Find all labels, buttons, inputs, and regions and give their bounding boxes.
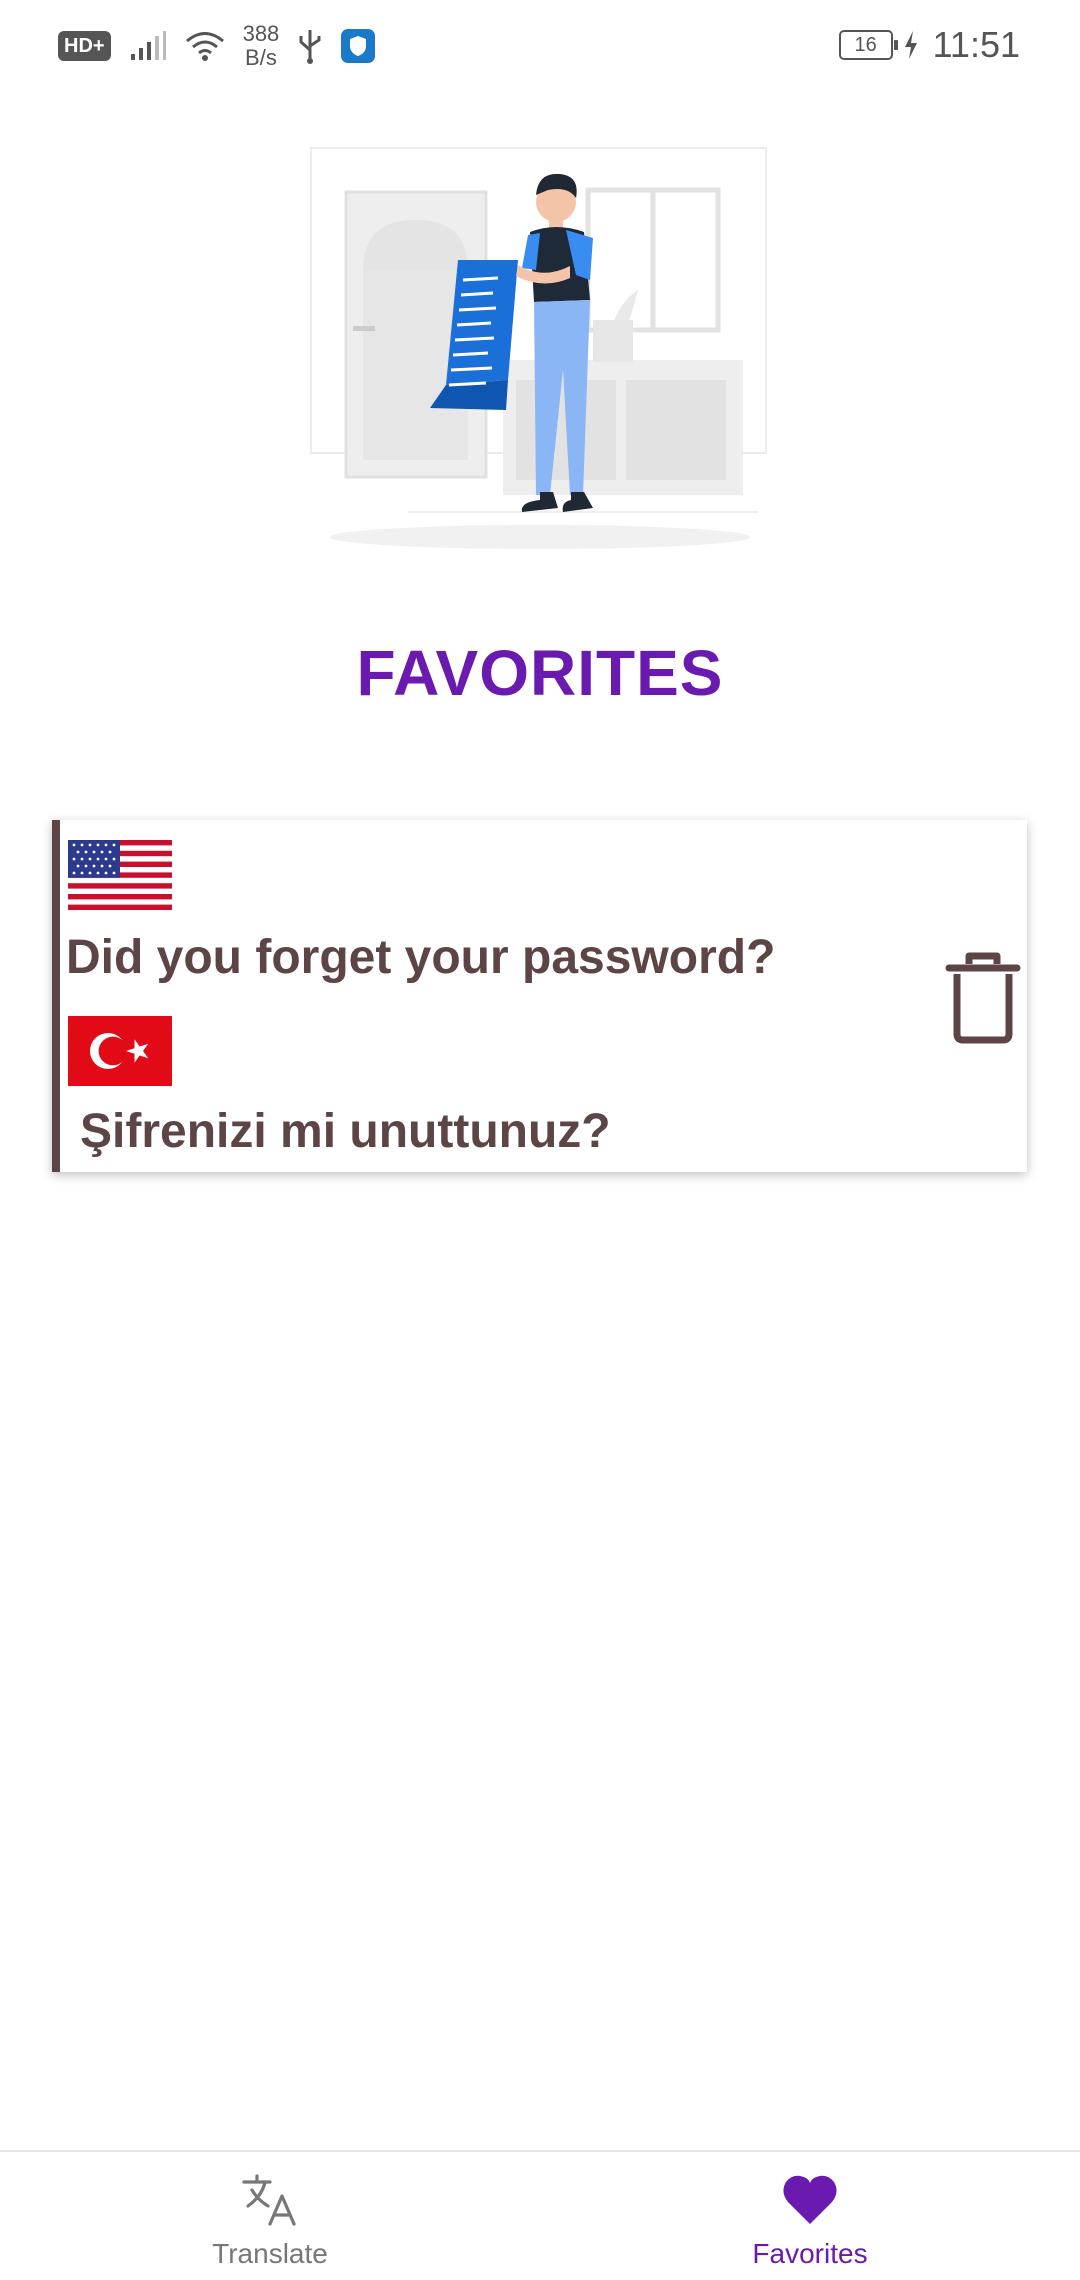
signal-icon [130,31,166,60]
tab-translate-label: Translate [212,2238,328,2269]
translate-icon [242,2174,296,2226]
clock: 11:51 [932,24,1020,65]
network-speed: 388 B/s [243,22,280,70]
hd-badge: HD+ [58,31,111,61]
battery-level: 16 [854,34,877,56]
heart-icon [783,2175,837,2224]
network-speed-value: 388 [242,21,280,46]
status-bar: HD+ 388 B/s 16 11:51 [0,0,1080,92]
tab-favorites[interactable]: Favorites [540,2152,1080,2280]
us-flag-icon [68,840,172,910]
favorites-screen: HD+ 388 B/s 16 11:51 FAVORITES Did you f… [0,0,1080,2280]
usb-icon [299,30,321,64]
page-title: FAVORITES [356,637,724,709]
translated-phrase: Şifrenizi mi unuttunuz? [80,1105,611,1158]
shield-app-icon [341,29,376,63]
status-bar-right: 16 11:51 [838,24,1020,66]
wifi-icon [185,32,224,61]
man-reading-list-illustration [310,147,767,549]
network-speed-unit: B/s [245,45,277,70]
charging-icon [904,31,917,59]
tab-translate[interactable]: Translate [0,2152,540,2280]
tr-flag-icon [68,1016,172,1086]
source-phrase: Did you forget your password? [66,931,776,984]
bottom-navigation: Translate Favorites [0,2150,1080,2280]
tab-favorites-label: Favorites [752,2238,868,2269]
trash-icon [945,952,1021,1044]
battery-icon: 16 [838,30,898,60]
favorite-card[interactable]: Did you forget your password? Şifrenizi … [52,820,1027,1172]
delete-favorite-button[interactable] [943,950,1023,1046]
status-bar-left: HD+ 388 B/s [58,22,376,70]
